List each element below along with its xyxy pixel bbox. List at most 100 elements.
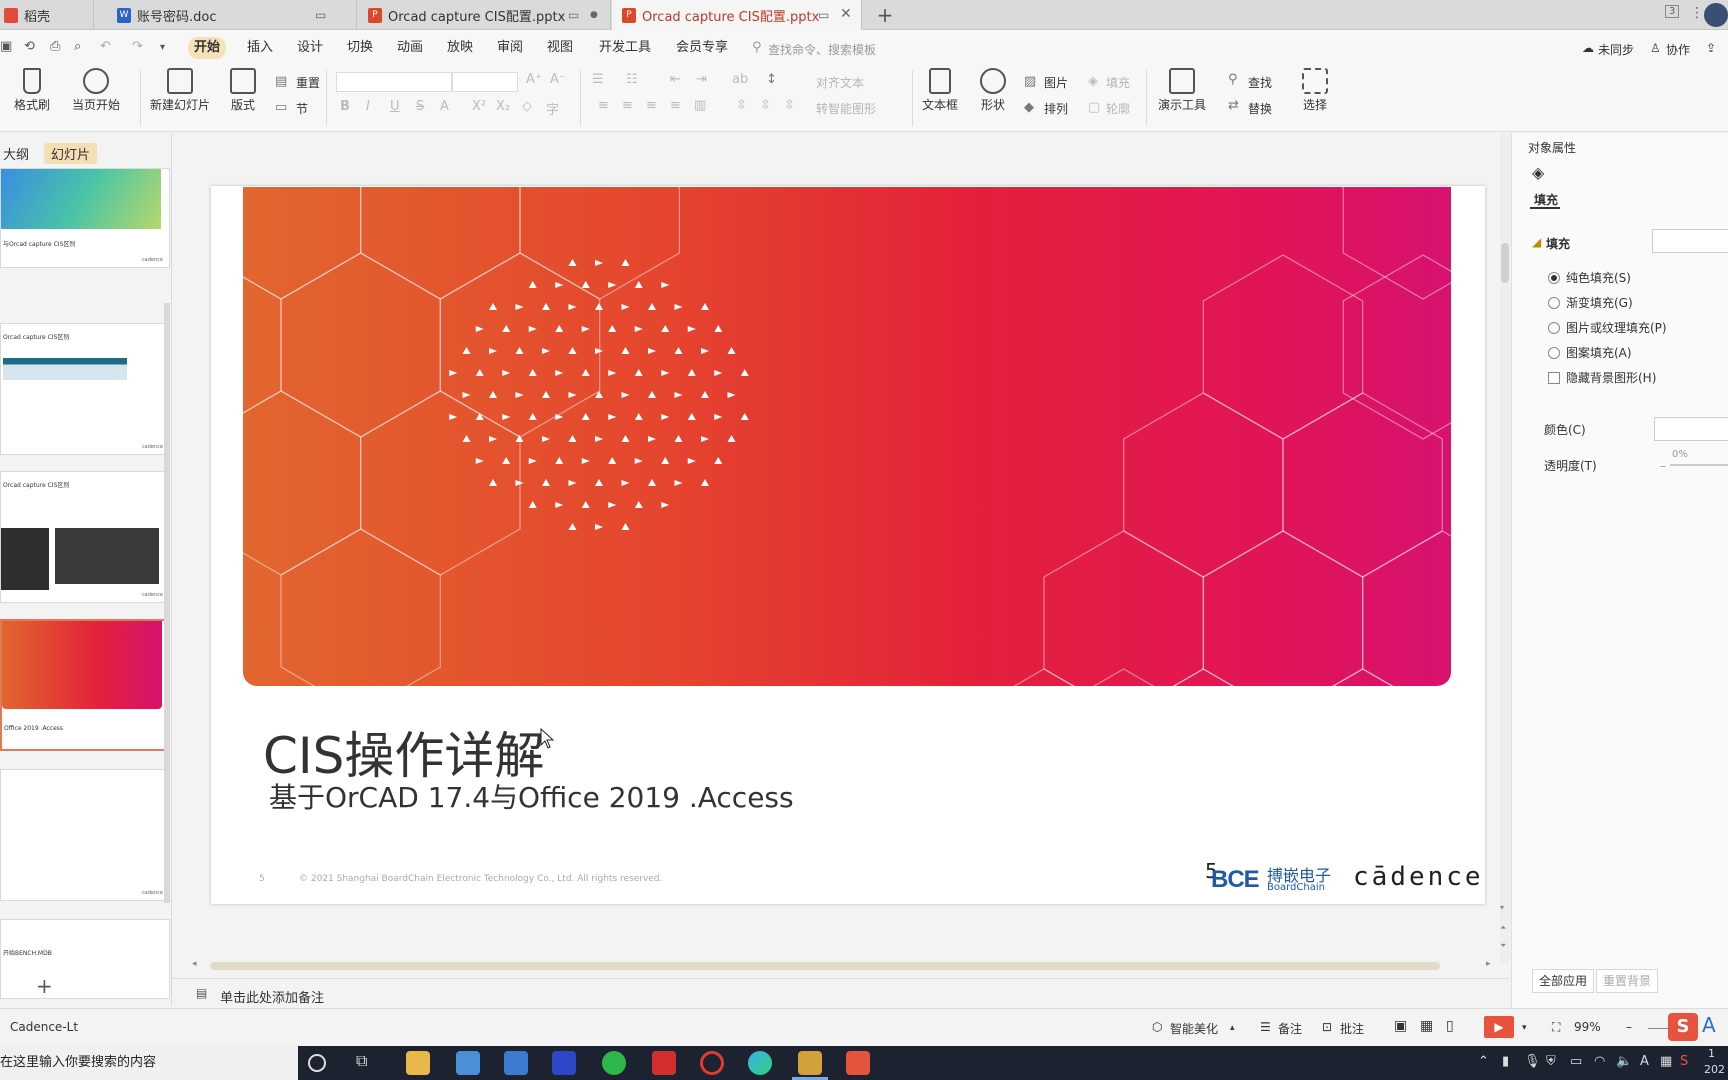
wps-presentation-icon[interactable] xyxy=(846,1051,870,1075)
font-name-select[interactable] xyxy=(336,72,452,92)
youdao-icon[interactable] xyxy=(652,1051,676,1075)
textbox-button[interactable]: 文本框 xyxy=(922,68,958,113)
radio-solid-fill[interactable]: 纯色填充(S) xyxy=(1548,269,1631,286)
radio-pattern-fill[interactable]: 图案填充(A) xyxy=(1548,344,1632,361)
paragraph-spacing-icon[interactable]: ⇳ xyxy=(760,98,771,113)
zoom-level[interactable]: 99% xyxy=(1574,1020,1601,1034)
select-button[interactable]: 选择 xyxy=(1302,68,1328,113)
slide-thumb-6[interactable]: 开始BENCH.MDB xyxy=(0,919,170,999)
from-current-button[interactable]: 当页开始 xyxy=(72,68,120,113)
prev-slide-icon[interactable]: ⏶ xyxy=(1500,923,1506,933)
find-button[interactable]: 查找 xyxy=(1248,74,1272,91)
smartart-button[interactable]: 转智能图形 xyxy=(816,100,876,117)
text-box-format-icon[interactable]: ab xyxy=(732,72,748,87)
avatar[interactable] xyxy=(1704,3,1728,27)
radio-gradient-fill[interactable]: 渐变填充(G) xyxy=(1548,294,1633,311)
edge-icon[interactable] xyxy=(748,1051,772,1075)
format-painter-button[interactable]: 格式刷 xyxy=(14,68,50,113)
menu-design[interactable]: 设计 xyxy=(291,37,329,59)
sogou-ime-icon[interactable]: S xyxy=(1668,1013,1698,1041)
app-icon[interactable] xyxy=(552,1051,576,1075)
hide-background-checkbox[interactable]: 隐藏背景图形(H) xyxy=(1548,369,1656,386)
font-grow-icon[interactable]: A⁺ xyxy=(526,72,542,87)
volume-icon[interactable]: 🔈 xyxy=(1616,1054,1632,1069)
store-icon[interactable] xyxy=(456,1051,480,1075)
spacing-icon[interactable]: ⇳ xyxy=(784,98,795,113)
bold-icon[interactable]: B xyxy=(340,99,350,114)
scroll-thumb[interactable] xyxy=(210,962,1440,970)
fill-section-title[interactable]: 填充 xyxy=(1546,235,1570,252)
tab-doc[interactable]: W 账号密码.doc ▭ xyxy=(107,0,357,30)
tab-pptx-active[interactable]: P Orcad capture CIS配置.pptx ▭ ✕ xyxy=(612,0,862,30)
horizontal-scrollbar[interactable]: ◂ ▸ xyxy=(190,959,1491,971)
tab-fill[interactable]: 填充 xyxy=(1534,191,1558,208)
reset-button[interactable]: 重置 xyxy=(296,74,320,91)
transparency-slider[interactable] xyxy=(1670,464,1728,466)
fill-button[interactable]: 填充 xyxy=(1106,74,1130,91)
fit-window-icon[interactable]: ⛶ xyxy=(1552,1020,1560,1035)
decrease-indent-icon[interactable]: ⇤ xyxy=(670,72,681,87)
monitor-icon[interactable]: ▭ xyxy=(818,8,829,22)
color-picker[interactable] xyxy=(1654,417,1728,441)
command-search[interactable]: 查找命令、搜索模板 xyxy=(768,41,876,58)
new-tab-button[interactable]: + xyxy=(873,3,897,27)
window-count-icon[interactable]: 3 xyxy=(1665,5,1680,18)
clock-time[interactable]: 1 xyxy=(1708,1047,1715,1060)
file-explorer-icon[interactable] xyxy=(406,1051,430,1075)
notes-placeholder[interactable]: 单击此处添加备注 xyxy=(220,987,324,1006)
tab-daoke[interactable]: 稻壳 xyxy=(0,0,94,30)
microphone-icon[interactable]: 🎙 xyxy=(1524,1054,1541,1069)
justify-icon[interactable]: ≡ xyxy=(670,98,681,113)
app-icon[interactable] xyxy=(700,1051,724,1075)
fill-type-select[interactable] xyxy=(1652,229,1728,253)
slide-thumb-3[interactable]: Orcad capture CIS区别 cadence xyxy=(0,471,170,603)
wps-icon[interactable] xyxy=(798,1051,822,1075)
chevron-up-icon[interactable]: ▴ xyxy=(1230,1023,1235,1033)
cortana-icon[interactable] xyxy=(308,1054,326,1072)
menu-member[interactable]: 会员专享 xyxy=(670,37,734,59)
reset-background-button[interactable]: 重置背景 xyxy=(1596,969,1659,993)
sogou-tray-icon[interactable]: S xyxy=(1680,1054,1688,1069)
task-view-icon[interactable]: ⧉ xyxy=(356,1051,380,1075)
align-text-button[interactable]: 对齐文本 xyxy=(816,74,864,91)
next-slide-icon[interactable]: ⏷ xyxy=(1500,941,1506,951)
align-center-icon[interactable]: ≡ xyxy=(622,98,633,113)
save-icon[interactable]: ▣ xyxy=(0,39,12,54)
tab-pptx-1[interactable]: P Orcad capture CIS配置.pptx ▭ ● xyxy=(358,0,611,30)
vertical-scrollbar[interactable]: ▾ ⏶ ⏷ xyxy=(1500,133,1510,963)
print-preview-icon[interactable]: ⌕ xyxy=(74,39,81,54)
increase-indent-icon[interactable]: ⇥ xyxy=(696,72,707,87)
menu-slideshow[interactable]: 放映 xyxy=(441,37,479,59)
redo-icon[interactable]: ↷ xyxy=(132,39,143,54)
chevron-down-icon[interactable]: ▾ xyxy=(1522,1023,1527,1033)
outline-button[interactable]: 轮廓 xyxy=(1106,100,1130,117)
slide-sorter-icon[interactable]: ▦ xyxy=(1420,1018,1433,1034)
radio-picture-fill[interactable]: 图片或纹理填充(P) xyxy=(1548,319,1667,336)
new-slide-button[interactable]: 新建幻灯片 xyxy=(150,68,210,113)
close-icon[interactable]: ✕ xyxy=(840,6,852,22)
bullet-list-icon[interactable]: ☰ xyxy=(592,72,604,87)
scroll-left-icon[interactable]: ◂ xyxy=(192,959,197,969)
menu-review[interactable]: 审阅 xyxy=(491,37,529,59)
share-icon[interactable]: ⇪ xyxy=(1706,41,1716,55)
collab-button[interactable]: 协作 xyxy=(1666,41,1690,58)
scroll-right-icon[interactable]: ▸ xyxy=(1486,959,1491,969)
italic-icon[interactable]: I xyxy=(366,99,370,114)
menu-animation[interactable]: 动画 xyxy=(391,37,429,59)
undo-icon[interactable]: ↶ xyxy=(100,39,111,54)
menu-view[interactable]: 视图 xyxy=(541,37,579,59)
collapse-icon[interactable]: ◢ xyxy=(1532,235,1541,249)
superscript-icon[interactable]: X² xyxy=(472,99,486,114)
input-method-icon[interactable]: A xyxy=(1640,1054,1649,1069)
apply-all-button[interactable]: 全部应用 xyxy=(1532,969,1595,993)
distribute-icon[interactable]: ▥ xyxy=(694,98,706,113)
shape-button[interactable]: 形状 xyxy=(980,68,1006,113)
font-shrink-icon[interactable]: A⁻ xyxy=(550,72,566,87)
align-left-icon[interactable]: ≡ xyxy=(598,98,609,113)
strikethrough-icon[interactable]: S xyxy=(416,99,424,114)
replace-button[interactable]: 替换 xyxy=(1248,100,1272,117)
section-button[interactable]: 节 xyxy=(296,100,308,117)
grid-icon[interactable]: ▦ xyxy=(1660,1054,1672,1069)
play-slideshow-icon[interactable]: ▶ xyxy=(1484,1016,1514,1038)
notes-bar[interactable]: ▤ 单击此处添加备注 xyxy=(172,978,1510,1008)
